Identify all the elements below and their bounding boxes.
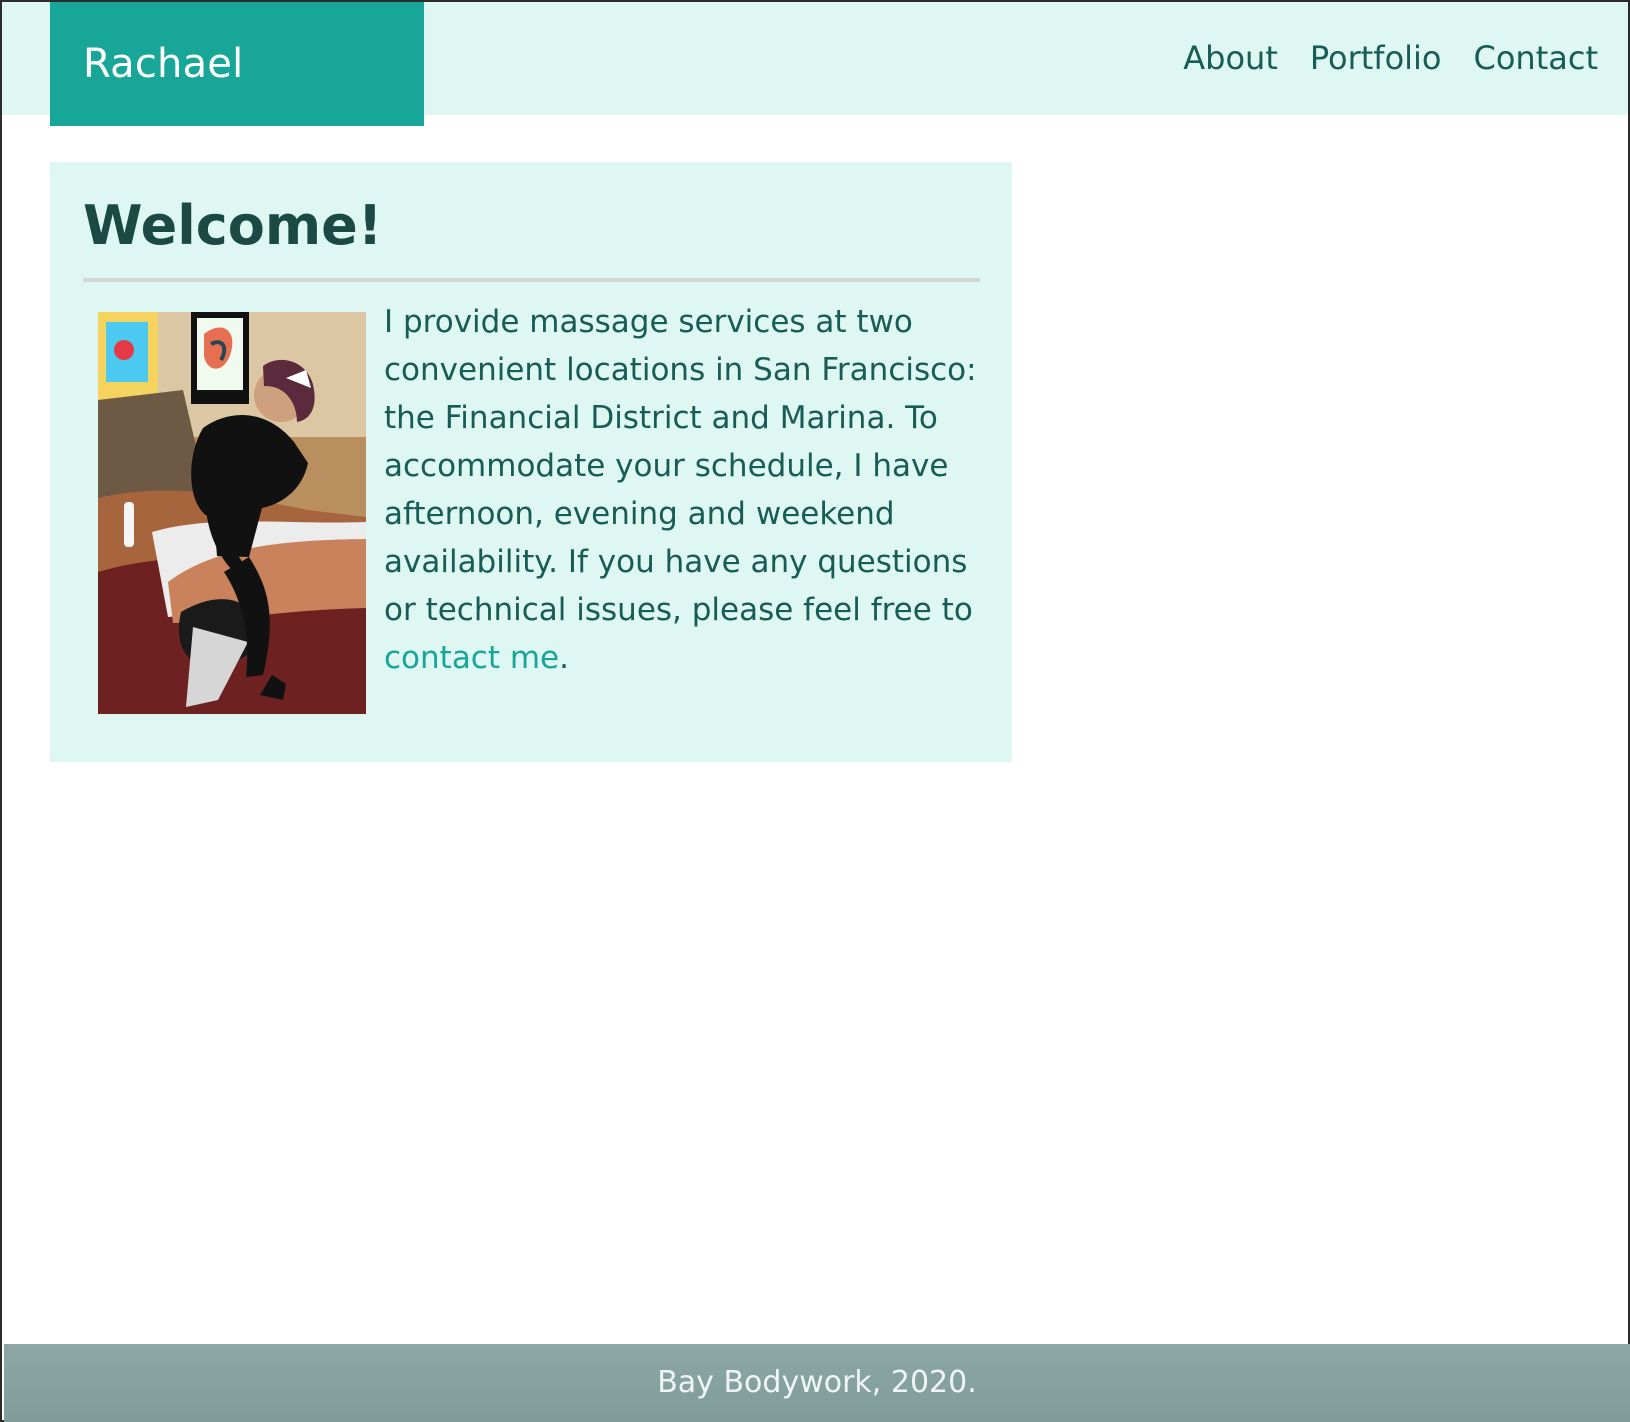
nav-contact[interactable]: Contact bbox=[1474, 38, 1599, 78]
footer: Bay Bodywork, 2020. bbox=[4, 1344, 1630, 1422]
page-frame: Rachael Martinez About Portfolio Contact… bbox=[0, 0, 1630, 1422]
top-navigation: Rachael Martinez About Portfolio Contact bbox=[2, 2, 1628, 211]
site-brand[interactable]: Rachael Martinez bbox=[50, 2, 424, 211]
intro-end: . bbox=[559, 640, 569, 676]
massage-photo bbox=[98, 312, 366, 714]
main-nav: About Portfolio Contact bbox=[1183, 38, 1598, 78]
title-divider bbox=[83, 278, 980, 282]
welcome-card: Welcome! I provide massage services at t… bbox=[50, 162, 1012, 762]
footer-text: Bay Bodywork, 2020. bbox=[657, 1365, 977, 1400]
contact-link[interactable]: contact me bbox=[384, 640, 559, 676]
nav-portfolio[interactable]: Portfolio bbox=[1310, 38, 1442, 78]
intro-text: I provide massage services at two conven… bbox=[384, 304, 977, 628]
intro-paragraph: I provide massage services at two conven… bbox=[384, 298, 980, 682]
page-title: Welcome! bbox=[83, 194, 383, 257]
nav-about[interactable]: About bbox=[1183, 38, 1278, 78]
